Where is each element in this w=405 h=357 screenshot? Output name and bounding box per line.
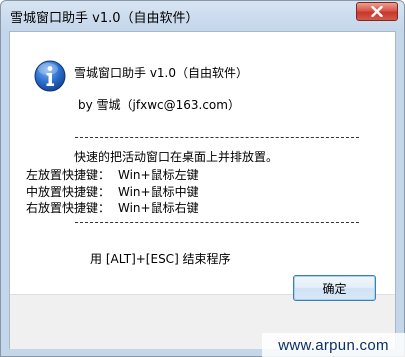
- app-heading: 雪城窗口助手 v1.0（自由软件）: [74, 66, 249, 80]
- watermark: www.arpun.com: [262, 333, 405, 357]
- hotkey-value: Win+鼠标左键: [118, 168, 199, 182]
- hotkey-row-middle: 中放置快捷键： Win+鼠标中键: [14, 183, 199, 200]
- ok-button[interactable]: 确定: [293, 275, 376, 301]
- info-icon: [34, 60, 66, 92]
- exit-hint: 用 [ALT]+[ESC] 结束程序: [90, 252, 231, 266]
- hotkey-label: 右放置快捷键：: [25, 201, 110, 215]
- close-icon: [371, 6, 383, 17]
- hotkey-label: 中放置快捷键：: [25, 185, 110, 199]
- window-title: 雪城窗口助手 v1.0（自由软件）: [10, 11, 199, 26]
- title-bar[interactable]: 雪城窗口助手 v1.0（自由软件）: [1, 1, 404, 31]
- hotkey-label: 左放置快捷键：: [25, 168, 110, 182]
- hotkey-value: Win+鼠标中键: [118, 185, 199, 199]
- divider-top: [75, 137, 359, 138]
- dialog-window: 雪城窗口助手 v1.0（自由软件） 雪城窗口助手 v1.0（自由软件） by 雪…: [0, 0, 405, 357]
- close-button[interactable]: [356, 2, 398, 21]
- description-text: 快速的把活动窗口在桌面上并排放置。: [74, 150, 279, 164]
- hotkey-row-left: 左放置快捷键： Win+鼠标左键: [14, 166, 199, 183]
- hotkey-value: Win+鼠标右键: [118, 201, 199, 215]
- divider-bottom: [75, 222, 359, 223]
- dialog-content: 雪城窗口助手 v1.0（自由软件） by 雪城（jfxwc@163.com） 快…: [9, 31, 396, 349]
- hotkey-row-right: 右放置快捷键： Win+鼠标右键: [14, 199, 199, 216]
- author-line: by 雪城（jfxwc@163.com）: [78, 98, 240, 112]
